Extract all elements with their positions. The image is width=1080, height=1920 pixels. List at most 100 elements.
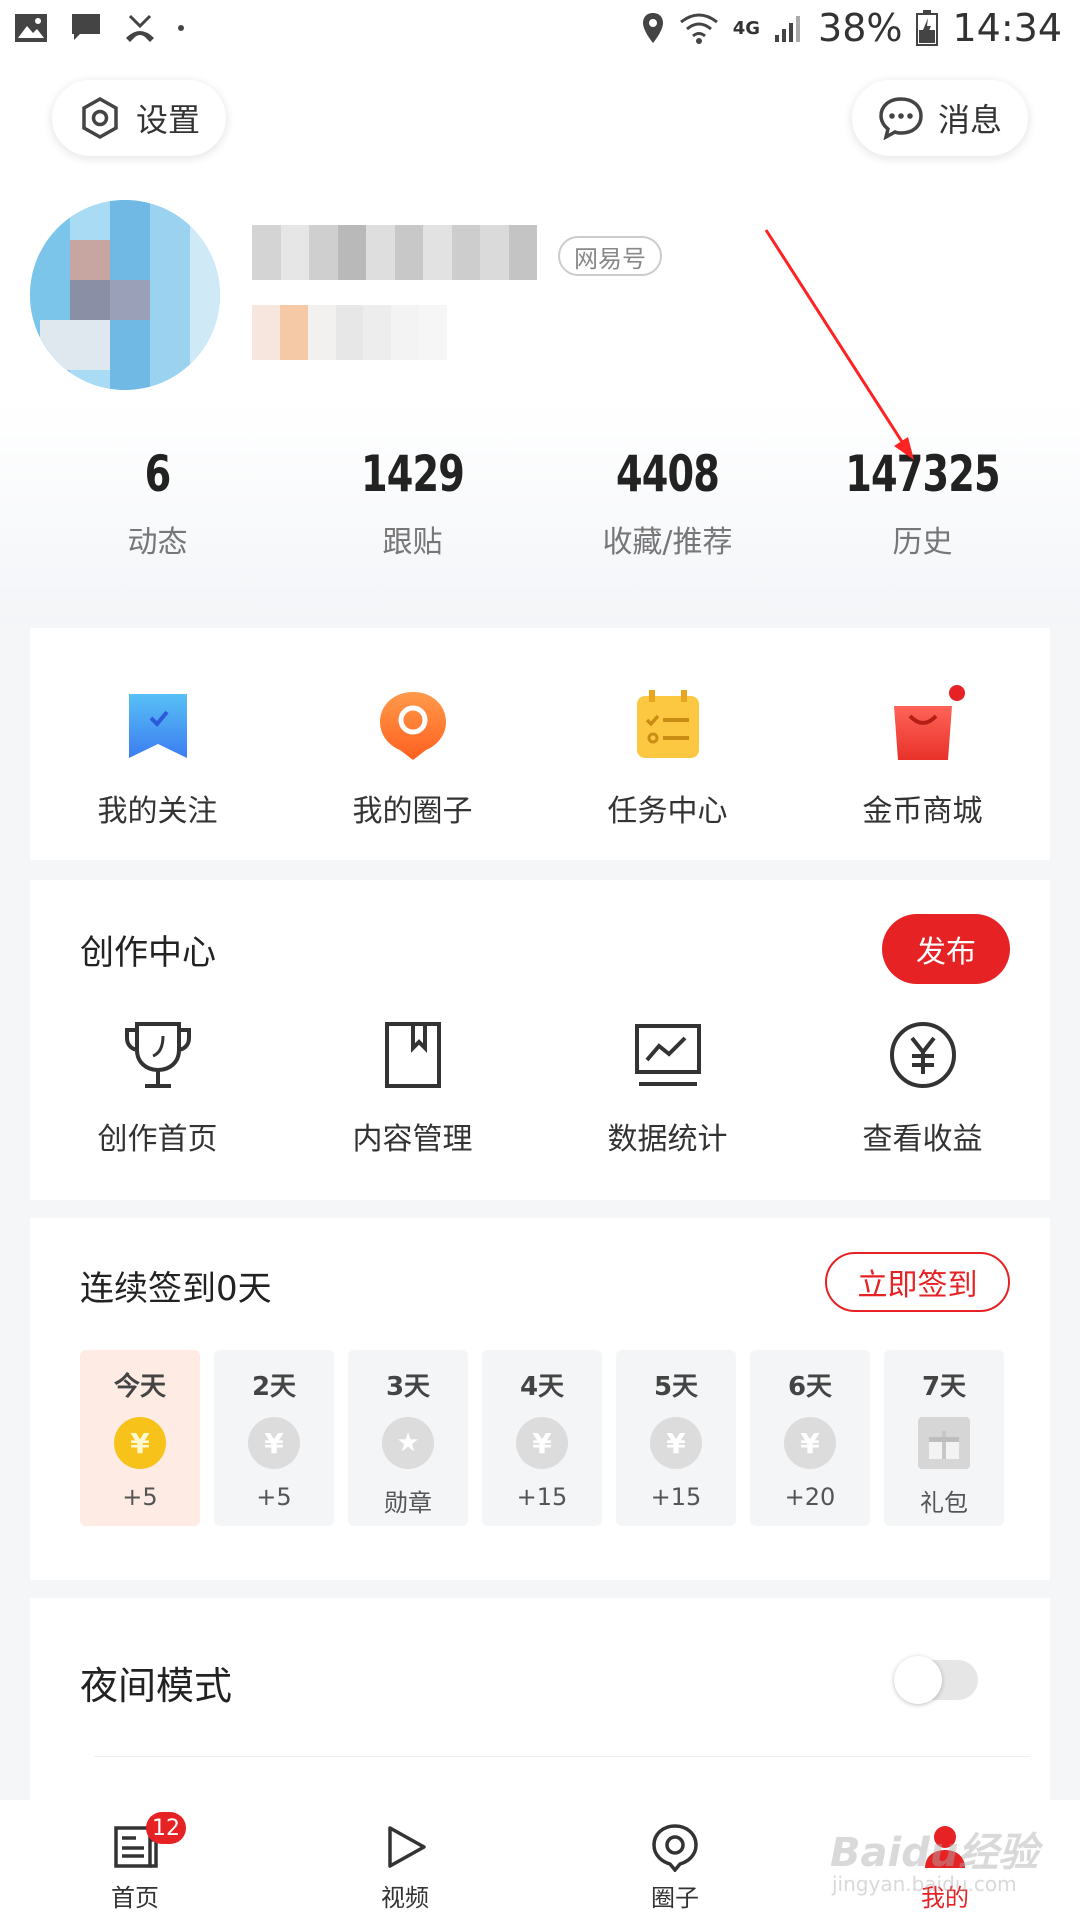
day-label: 6天 bbox=[787, 1372, 833, 1402]
day-label: 3天 bbox=[385, 1372, 431, 1402]
avatar[interactable] bbox=[30, 200, 220, 390]
location-icon bbox=[642, 13, 663, 43]
creation-center-card: 创作中心 发布 创作首页 内容管理 数据统计 查看收益 bbox=[30, 880, 1050, 1200]
tab-label: 圈子 bbox=[651, 1884, 699, 1912]
creation-center-title: 创作中心 bbox=[80, 933, 216, 973]
silver-coin-icon: ¥ bbox=[248, 1417, 300, 1469]
day-reward: +15 bbox=[516, 1483, 568, 1511]
day-label: 4天 bbox=[519, 1372, 565, 1402]
trophy-icon bbox=[123, 1020, 193, 1090]
dot-indicator bbox=[178, 25, 184, 31]
username-redacted bbox=[252, 225, 537, 280]
quick-link-following[interactable]: 我的关注 bbox=[30, 628, 285, 860]
day-reward: 礼包 bbox=[920, 1489, 968, 1517]
toggle-knob bbox=[894, 1656, 942, 1704]
signin-day-2[interactable]: 2天 ¥ +5 bbox=[214, 1350, 334, 1526]
quick-link-circles[interactable]: 我的圈子 bbox=[285, 628, 540, 860]
shopping-bag-icon bbox=[886, 682, 968, 762]
signin-days: 今天 ¥ +5 2天 ¥ +5 3天 ★ 勋章 4天 ¥ +15 5天 ¥ +1… bbox=[80, 1350, 1004, 1526]
data-statistics[interactable]: 数据统计 bbox=[540, 1020, 795, 1158]
quick-link-coin-mall[interactable]: 金币商城 bbox=[795, 628, 1050, 860]
night-mode-label: 夜间模式 bbox=[80, 1664, 233, 1708]
book-icon bbox=[378, 1020, 448, 1090]
stat-label: 动态 bbox=[127, 525, 188, 560]
stat-favorites[interactable]: 4408 收藏/推荐 bbox=[540, 445, 795, 561]
stat-posts[interactable]: 6 动态 bbox=[30, 445, 285, 561]
day-label: 7天 bbox=[921, 1372, 967, 1402]
day-label: 今天 bbox=[113, 1372, 166, 1402]
quick-link-label: 任务中心 bbox=[607, 794, 728, 829]
day-reward: +5 bbox=[122, 1483, 158, 1511]
view-earnings[interactable]: 查看收益 bbox=[795, 1020, 1050, 1158]
gear-icon bbox=[82, 96, 118, 140]
day-reward: 勋章 bbox=[384, 1489, 432, 1517]
messages-label: 消息 bbox=[937, 101, 1002, 139]
settings-button[interactable]: 设置 bbox=[52, 80, 227, 156]
quick-link-label: 我的关注 bbox=[97, 794, 218, 829]
gift-icon bbox=[918, 1417, 970, 1469]
creation-home[interactable]: 创作首页 bbox=[30, 1020, 285, 1158]
gallery-icon bbox=[15, 14, 47, 42]
notification-dot bbox=[945, 682, 968, 704]
signin-day-today[interactable]: 今天 ¥ +5 bbox=[80, 1350, 200, 1526]
tab-circles[interactable]: 圈子 bbox=[540, 1800, 810, 1920]
creation-item-label: 数据统计 bbox=[607, 1122, 728, 1157]
stat-label: 历史 bbox=[892, 525, 953, 560]
creation-item-label: 内容管理 bbox=[352, 1122, 473, 1157]
quick-links-card: 我的关注 我的圈子 任务中心 金币商城 bbox=[30, 628, 1050, 860]
clock: 14:34 bbox=[952, 6, 1062, 50]
tab-label: 视频 bbox=[381, 1884, 429, 1912]
status-bar-system: 4G 38% 14:34 bbox=[641, 6, 1062, 50]
signin-title: 连续签到0天 bbox=[80, 1269, 272, 1309]
stat-history[interactable]: 147325 历史 bbox=[795, 445, 1050, 561]
signin-day-5[interactable]: 5天 ¥ +15 bbox=[616, 1350, 736, 1526]
tab-video[interactable]: 视频 bbox=[270, 1800, 540, 1920]
battery-percent: 38% bbox=[818, 6, 903, 50]
missed-call-icon bbox=[126, 14, 154, 42]
task-list-icon bbox=[631, 688, 705, 762]
watermark-logo: Baidu经验 bbox=[830, 1830, 1039, 1876]
medal-icon: ★ bbox=[382, 1417, 434, 1469]
stats-row: 6 动态 1429 跟贴 4408 收藏/推荐 147325 历史 bbox=[0, 445, 1080, 561]
silver-coin-icon: ¥ bbox=[516, 1417, 568, 1469]
quick-link-label: 我的圈子 bbox=[352, 794, 473, 829]
signin-button[interactable]: 立即签到 bbox=[825, 1252, 1010, 1312]
quick-link-tasks[interactable]: 任务中心 bbox=[540, 628, 795, 860]
signin-day-4[interactable]: 4天 ¥ +15 bbox=[482, 1350, 602, 1526]
messages-button[interactable]: 消息 bbox=[851, 80, 1028, 156]
signin-day-3[interactable]: 3天 ★ 勋章 bbox=[348, 1350, 468, 1526]
stat-value: 4408 bbox=[615, 445, 720, 503]
stat-label: 收藏/推荐 bbox=[602, 525, 733, 560]
unread-badge: 12 bbox=[146, 1812, 186, 1844]
publish-button[interactable]: 发布 bbox=[882, 914, 1010, 984]
stat-comments[interactable]: 1429 跟贴 bbox=[285, 445, 540, 561]
status-bar-notifications bbox=[14, 12, 184, 44]
settings-label: 设置 bbox=[136, 101, 201, 139]
status-bar: 4G 38% 14:34 bbox=[0, 0, 1080, 64]
message-icon bbox=[72, 14, 100, 40]
circle-icon bbox=[650, 1822, 700, 1873]
signin-day-6[interactable]: 6天 ¥ +20 bbox=[750, 1350, 870, 1526]
stat-value: 147325 bbox=[845, 445, 1000, 503]
news-icon: 12 bbox=[110, 1812, 186, 1872]
circle-chat-icon bbox=[376, 688, 450, 762]
yen-coin-icon bbox=[888, 1020, 958, 1090]
stat-value: 6 bbox=[144, 445, 172, 503]
netease-account-tag[interactable]: 网易号 bbox=[558, 236, 662, 276]
network-type: 4G bbox=[732, 17, 761, 39]
creation-item-label: 创作首页 bbox=[97, 1122, 218, 1157]
silver-coin-icon: ¥ bbox=[784, 1417, 836, 1469]
night-mode-toggle[interactable] bbox=[894, 1656, 978, 1704]
chat-bubble-icon bbox=[879, 97, 923, 140]
tab-home[interactable]: 12 首页 bbox=[0, 1800, 270, 1920]
signin-day-7[interactable]: 7天 礼包 bbox=[884, 1350, 1004, 1526]
creation-item-label: 查看收益 bbox=[862, 1122, 983, 1157]
day-reward: +20 bbox=[784, 1483, 836, 1511]
watermark-url: jingyan.baidu.com bbox=[832, 1872, 1017, 1896]
content-management[interactable]: 内容管理 bbox=[285, 1020, 540, 1158]
day-reward: +15 bbox=[650, 1483, 702, 1511]
day-reward: +5 bbox=[256, 1483, 292, 1511]
wifi-icon bbox=[679, 13, 718, 44]
gold-coin-icon: ¥ bbox=[114, 1417, 166, 1469]
quick-link-label: 金币商城 bbox=[862, 794, 983, 829]
